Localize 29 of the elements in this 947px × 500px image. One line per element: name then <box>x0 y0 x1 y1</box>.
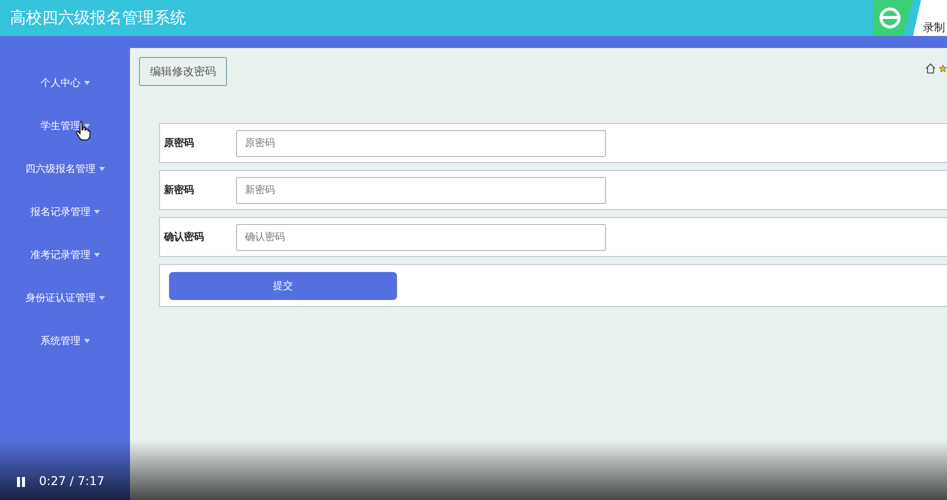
recorder-label: 录制 <box>913 0 947 36</box>
home-icon[interactable] <box>925 63 936 74</box>
field-label: 新密码 <box>164 183 195 197</box>
app-title: 高校四六级报名管理系统 <box>9 8 186 28</box>
password-field[interactable]: 确认密码 <box>236 224 606 250</box>
caret-icon <box>98 167 104 171</box>
sidebar-item[interactable]: 个人中心 <box>40 72 90 94</box>
field-label: 原密码 <box>164 136 195 150</box>
caret-icon <box>94 253 100 257</box>
star-icon[interactable] <box>939 63 947 74</box>
field-label: 确认密码 <box>164 230 205 244</box>
sidebar-item[interactable]: 报名记录管理 <box>30 201 100 223</box>
caret-icon <box>84 339 90 343</box>
caret-icon <box>84 81 90 85</box>
caret-icon <box>84 124 90 128</box>
sidebar-item[interactable]: 系统管理 <box>40 330 90 352</box>
recorder-logo-icon <box>873 0 913 36</box>
pause-icon[interactable] <box>15 476 27 488</box>
caret-icon <box>98 296 104 300</box>
password-field[interactable]: 新密码 <box>236 176 606 204</box>
submit-button[interactable]: 提交 <box>169 272 397 300</box>
video-time: 0:27 / 7:17 <box>39 474 105 488</box>
password-field[interactable]: 原密码 <box>236 130 606 156</box>
caret-icon <box>94 210 100 214</box>
sidebar-item[interactable]: 准考记录管理 <box>30 244 100 266</box>
sidebar-item[interactable]: 身份证认证管理 <box>26 287 104 309</box>
sidebar-item[interactable]: 四六级报名管理 <box>26 158 104 180</box>
tab[interactable]: 编辑修改密码 <box>139 57 227 86</box>
sidebar-item[interactable]: 学生管理 <box>40 115 90 137</box>
